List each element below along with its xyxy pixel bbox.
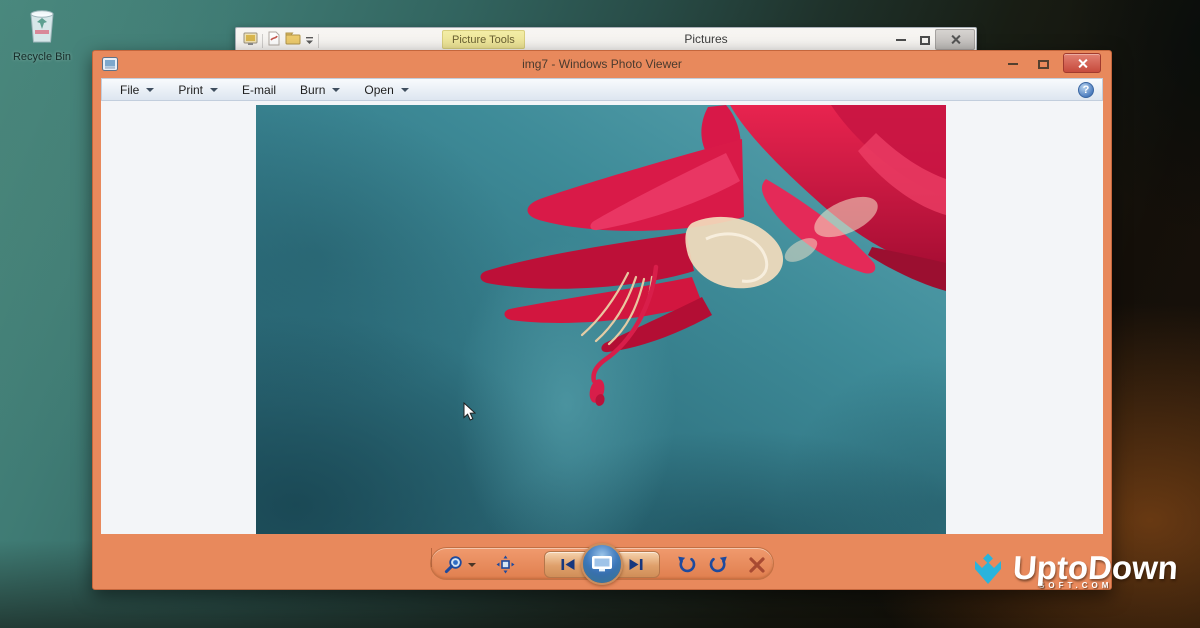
maximize-button[interactable]	[914, 32, 936, 48]
desktop-background[interactable]: Recycle Bin	[0, 0, 1200, 628]
qat-dropdown-icon[interactable]	[305, 32, 314, 50]
uptodown-watermark: UptoDown SOFT.COM	[969, 553, 1178, 596]
minimize-button[interactable]	[1001, 57, 1025, 71]
next-icon	[628, 558, 644, 571]
viewer-content-area	[101, 101, 1103, 534]
chevron-down-icon	[468, 563, 476, 567]
toolbar-separator	[262, 34, 263, 48]
mouse-cursor	[463, 402, 476, 426]
viewer-menubar: File Print E-mail Burn Open ?	[101, 78, 1103, 101]
zoom-button[interactable]	[441, 554, 465, 575]
menu-burn[interactable]: Burn	[288, 79, 352, 100]
toolbar-separator	[318, 34, 319, 48]
photo-flower-image	[256, 105, 946, 534]
menu-open[interactable]: Open	[352, 79, 420, 100]
delete-icon	[748, 556, 766, 574]
help-icon: ?	[1083, 84, 1090, 96]
picture-tools-tab[interactable]: Picture Tools	[442, 30, 525, 49]
quick-access-toolbar	[243, 31, 319, 51]
chevron-down-icon	[210, 88, 218, 92]
chevron-down-icon	[146, 88, 154, 92]
zoom-icon	[443, 555, 463, 575]
maximize-icon	[1038, 60, 1049, 69]
rotate-clockwise-button[interactable]	[707, 554, 729, 575]
photo-viewer-window[interactable]: img7 - Windows Photo Viewer File Print E…	[92, 50, 1112, 590]
close-button[interactable]	[1063, 53, 1101, 73]
viewer-bottom-bar	[93, 534, 1111, 590]
recycle-bin-label: Recycle Bin	[6, 51, 78, 63]
uptodown-arrow-icon	[969, 553, 1007, 596]
actual-size-button[interactable]	[495, 555, 515, 574]
viewer-toolbar	[430, 547, 774, 580]
rotate-counterclockwise-button[interactable]	[675, 554, 697, 575]
viewer-window-title: img7 - Windows Photo Viewer	[93, 57, 1111, 71]
maximize-icon	[920, 36, 930, 45]
menu-print[interactable]: Print	[166, 79, 230, 100]
chevron-down-icon	[332, 88, 340, 92]
uptodown-logo-text: UptoDown	[1012, 553, 1179, 583]
new-item-icon[interactable]	[267, 31, 281, 51]
pictures-titlebar[interactable]: Picture Tools Pictures	[236, 28, 976, 51]
zoom-dropdown-button[interactable]	[467, 561, 477, 569]
minimize-icon	[1008, 63, 1018, 65]
rotate-cw-icon	[708, 555, 729, 575]
help-button[interactable]: ?	[1078, 82, 1094, 98]
menu-file[interactable]: File	[108, 79, 166, 100]
folder-icon[interactable]	[285, 32, 301, 50]
menu-print-label: Print	[178, 83, 203, 97]
rotate-ccw-icon	[676, 555, 697, 575]
pictures-window-title: Pictures	[666, 32, 746, 46]
photo-viewer-app-icon[interactable]	[243, 32, 258, 51]
toolbar-separator	[431, 548, 432, 567]
maximize-button[interactable]	[1031, 57, 1055, 71]
menu-email-label: E-mail	[242, 83, 276, 97]
menu-email[interactable]: E-mail	[230, 79, 288, 100]
close-icon	[950, 34, 961, 45]
previous-icon	[560, 558, 576, 571]
menu-open-label: Open	[364, 83, 393, 97]
minimize-icon	[896, 39, 906, 41]
menu-file-label: File	[120, 83, 139, 97]
viewer-titlebar[interactable]: img7 - Windows Photo Viewer	[93, 51, 1111, 78]
chevron-down-icon	[401, 88, 409, 92]
recycle-bin-icon	[27, 8, 57, 49]
delete-button[interactable]	[747, 555, 767, 574]
recycle-bin[interactable]: Recycle Bin	[6, 8, 78, 63]
close-icon	[1077, 58, 1088, 69]
menu-burn-label: Burn	[300, 83, 325, 97]
play-slideshow-button[interactable]	[581, 543, 623, 585]
slideshow-icon	[591, 555, 613, 573]
actual-size-icon	[496, 555, 515, 574]
close-button[interactable]	[935, 29, 975, 50]
minimize-button[interactable]	[890, 32, 912, 48]
